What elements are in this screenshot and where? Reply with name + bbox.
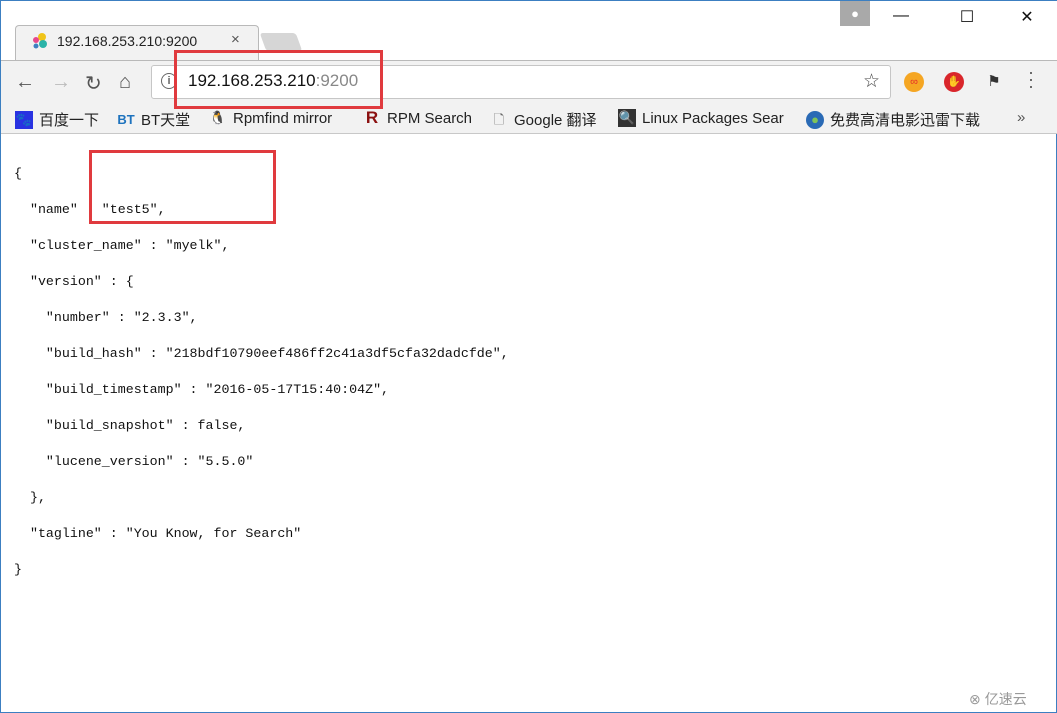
baidu-paw-icon: 🐾 <box>15 110 33 129</box>
bookmark-item[interactable]: 🔍 Linux Packages Sear <box>618 109 788 127</box>
bookmark-label: 免费高清电影迅雷下载 <box>830 112 981 129</box>
page-icon: 🗋 <box>493 111 505 127</box>
json-line: "build_snapshot" : false, <box>14 418 246 433</box>
maximize-button[interactable]: ☐ <box>947 7 987 27</box>
r-icon: R <box>365 108 379 127</box>
bookmark-label: 百度一下 <box>39 112 100 129</box>
watermark-text: 亿速云 <box>984 691 1027 707</box>
name-highlight-box <box>89 150 276 224</box>
json-line: "lucene_version" : "5.5.0" <box>14 454 254 469</box>
bookmark-item[interactable]: ● 免费高清电影迅雷下载 <box>806 109 1000 130</box>
magnifier-icon: 🔍 <box>618 109 636 127</box>
globe-icon: ● <box>806 110 824 129</box>
profile-icon[interactable]: ● <box>840 1 870 26</box>
bookmark-item[interactable]: 🐾 百度一下 <box>15 109 99 130</box>
bookmark-item[interactable]: R RPM Search <box>363 109 472 127</box>
bookmark-item[interactable]: 🗋 Google 翻译 <box>490 109 597 130</box>
bookmark-label: Linux Packages Sear <box>642 109 784 127</box>
menu-icon[interactable]: · · · <box>1028 63 1034 95</box>
json-line: "build_hash" : "218bdf10790eef486ff2c41a… <box>14 346 509 361</box>
tux-icon: 🐧 <box>209 110 227 125</box>
tab-close-icon[interactable]: × <box>231 31 240 48</box>
bookmark-label: Rpmfind mirror <box>233 109 333 127</box>
json-line: "tagline" : "You Know, for Search" <box>14 526 302 541</box>
bt-icon: BT <box>117 111 135 127</box>
bookmark-item[interactable]: 🐧 Rpmfind mirror <box>209 109 332 127</box>
json-line: "number" : "2.3.3", <box>14 310 198 325</box>
home-icon[interactable]: ⌂ <box>119 71 131 94</box>
bookmarks-overflow-button[interactable]: » <box>1017 109 1025 126</box>
reload-icon[interactable]: ↻ <box>85 71 102 96</box>
forward-icon[interactable]: → <box>51 71 71 94</box>
watermark-logo-icon: ⊗ <box>969 690 981 707</box>
json-line: "build_timestamp" : "2016-05-17T15:40:04… <box>14 382 390 397</box>
checkered-flag-extension-icon[interactable]: ⚑ <box>984 72 1004 92</box>
json-line: }, <box>14 490 46 505</box>
json-line: } <box>14 562 22 577</box>
close-window-button[interactable]: ✕ <box>1007 7 1047 27</box>
bookmark-label: RPM Search <box>387 109 473 127</box>
watermark: ⊗ 亿速云 <box>969 689 1027 709</box>
json-line: "cluster_name" : "myelk", <box>14 238 230 253</box>
infinity-extension-icon[interactable]: ∞ <box>904 72 924 92</box>
json-line: "version" : { <box>14 274 134 289</box>
bookmark-label: BT天堂 <box>141 112 191 129</box>
bookmark-label: Google 翻译 <box>514 112 597 129</box>
bookmark-star-icon[interactable]: ☆ <box>863 70 880 93</box>
new-tab-button[interactable] <box>259 33 303 51</box>
tab-title: 192.168.253.210:9200 <box>57 33 198 49</box>
back-icon[interactable]: ← <box>15 71 35 94</box>
minimize-button[interactable]: — <box>881 7 921 25</box>
adblock-extension-icon[interactable]: ✋ <box>944 72 964 92</box>
url-highlight-box <box>174 50 383 109</box>
bookmark-item[interactable]: BT BT天堂 <box>117 109 190 130</box>
elastic-favicon-icon <box>33 33 47 49</box>
